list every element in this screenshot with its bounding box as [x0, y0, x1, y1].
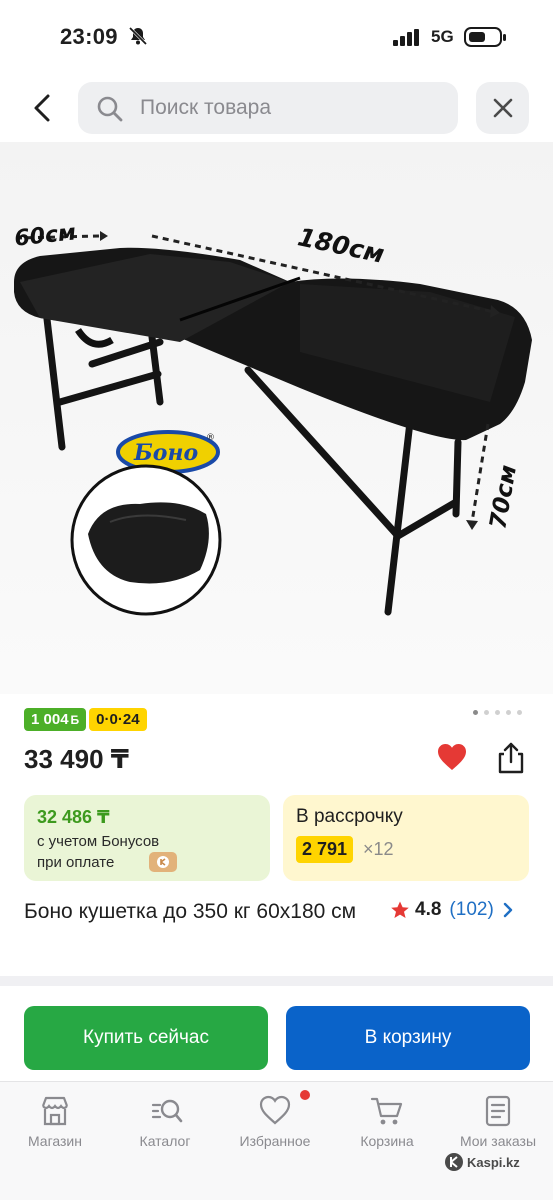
- tab-cart[interactable]: Корзина: [332, 1094, 442, 1154]
- purchase-actions: Купить сейчас В корзину: [0, 986, 553, 1081]
- tab-store[interactable]: Магазин: [0, 1094, 110, 1154]
- section-divider: [0, 976, 553, 986]
- tab-catalog[interactable]: Каталог: [110, 1094, 220, 1154]
- bell-muted-icon: [128, 26, 148, 51]
- tab-orders[interactable]: Мои заказы: [443, 1094, 553, 1154]
- installment-card[interactable]: В рассрочку 2 791 ×12: [283, 795, 529, 881]
- installment-title: В рассрочку: [296, 806, 403, 827]
- chevron-right-icon: [503, 902, 512, 918]
- heart-outline-icon: [259, 1095, 291, 1125]
- product-title: Боно кушетка до 350 кг 60x180 см: [24, 900, 357, 923]
- carousel-dot: [484, 710, 489, 715]
- search-bar[interactable]: [78, 82, 458, 134]
- tab-orders-label: Мои заказы: [459, 1133, 537, 1149]
- image-carousel-dots[interactable]: [473, 710, 522, 715]
- battery-icon: [464, 27, 506, 47]
- rating-score: 4.8: [415, 899, 442, 920]
- bonus-note-line2: при оплате: [37, 854, 115, 871]
- kaspi-logo-icon: [445, 1153, 463, 1171]
- tab-favorites[interactable]: Избранное: [220, 1090, 330, 1154]
- tab-cart-label: Корзина: [360, 1133, 414, 1149]
- installment-monthly-amount: 2 791: [296, 836, 354, 863]
- reviews-count[interactable]: (102): [449, 899, 493, 921]
- share-icon: [498, 742, 524, 774]
- cart-icon: [370, 1097, 403, 1125]
- tab-store-label: Магазин: [27, 1133, 82, 1149]
- store-icon: [41, 1096, 69, 1126]
- network-type: 5G: [431, 27, 454, 46]
- bonus-badge: 1 004 Б: [24, 708, 87, 731]
- carousel-dot: [495, 710, 500, 715]
- notification-dot: [300, 1090, 310, 1100]
- favorite-button[interactable]: [436, 742, 468, 777]
- carousel-dot: [517, 710, 522, 715]
- carousel-dot-active: [473, 710, 478, 715]
- catalog-search-icon: [151, 1099, 183, 1123]
- share-button[interactable]: [495, 741, 527, 780]
- search-icon: [96, 95, 124, 128]
- bonus-price-card[interactable]: 32 486 ₸ с учетом Бонусов при оплате: [24, 795, 270, 881]
- back-button[interactable]: [24, 90, 60, 126]
- product-price: 33 490 ₸: [24, 744, 129, 774]
- chevron-left-icon: [34, 94, 50, 122]
- product-info: 1 004 Б 0·0·24 33 490 ₸ 32 486 ₸ с учетом…: [0, 694, 553, 976]
- top-bar: [0, 80, 553, 138]
- installment-months: ×12: [363, 839, 394, 859]
- status-time: 23:09: [60, 24, 118, 49]
- heart-filled-icon: [438, 744, 466, 770]
- star-icon: [391, 901, 409, 918]
- rating-summary[interactable]: 4.8 (102): [390, 899, 513, 921]
- tab-favorites-label: Избранное: [239, 1133, 311, 1149]
- brand-logo: Боно: [133, 440, 198, 466]
- installment-badge: 0·0·24: [89, 708, 147, 731]
- kaspi-pay-icon: [149, 852, 177, 872]
- bonus-note-line1: с учетом Бонусов: [37, 833, 160, 850]
- kaspi-watermark: Kaspi.kz: [444, 1152, 520, 1172]
- orders-icon: [485, 1095, 511, 1127]
- tab-catalog-label: Каталог: [139, 1133, 191, 1149]
- close-button[interactable]: [476, 82, 529, 134]
- status-bar: 23:09 5G: [0, 0, 553, 70]
- bottom-tab-bar: Магазин Каталог Избранное Корзина Мои за…: [0, 1081, 553, 1200]
- search-input[interactable]: [140, 82, 440, 134]
- close-icon: [493, 98, 512, 118]
- cellular-signal-icon: [393, 29, 421, 51]
- add-to-cart-button[interactable]: В корзину: [286, 1006, 530, 1070]
- carousel-dot: [506, 710, 511, 715]
- badges: 1 004 Б 0·0·24: [24, 708, 147, 731]
- svg-text:®: ®: [206, 433, 215, 443]
- product-image[interactable]: 60см 180см 70см Боно ®: [0, 142, 553, 694]
- bonus-price: 32 486 ₸: [37, 807, 110, 827]
- buy-now-button[interactable]: Купить сейчас: [24, 1006, 268, 1070]
